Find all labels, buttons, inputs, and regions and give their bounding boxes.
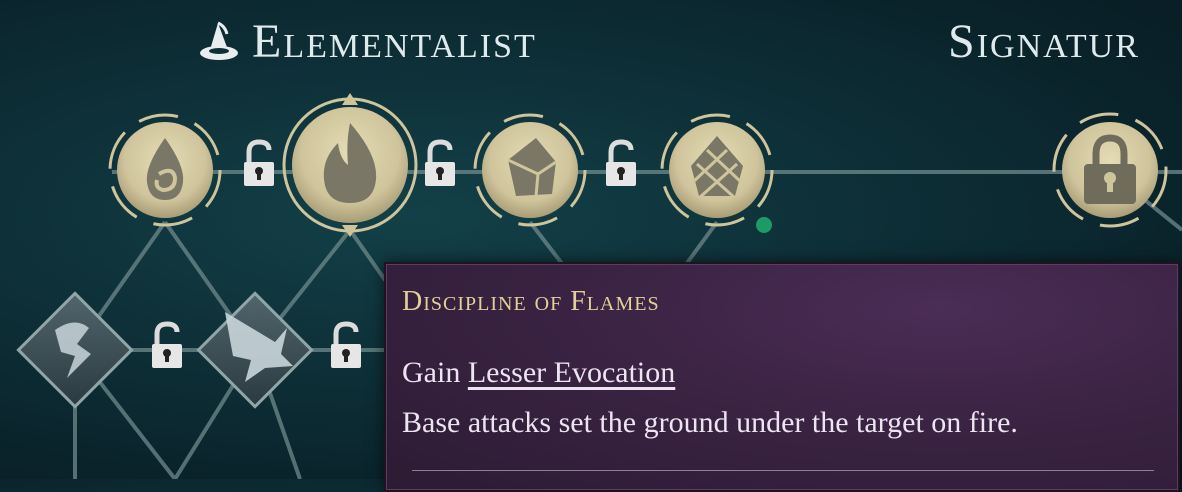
unlock-padlock-icon[interactable] (244, 139, 274, 186)
skill-node-wolf-spirit[interactable] (196, 291, 314, 409)
tooltip-description: Base attacks set the ground under the ta… (402, 406, 1018, 439)
signature-locked-node[interactable] (1052, 112, 1168, 228)
skill-tooltip: Discipline of Flames Gain Lesser Evocati… (384, 262, 1180, 492)
lesser-evocation-link[interactable]: Lesser Evocation (468, 356, 675, 389)
tooltip-divider (412, 470, 1154, 471)
unlock-padlock-icon[interactable] (152, 321, 182, 368)
skill-node-flame[interactable] (282, 93, 418, 237)
unlock-padlock-icon[interactable] (606, 139, 636, 186)
tooltip-title: Discipline of Flames (402, 286, 660, 317)
skill-node-water[interactable] (108, 113, 222, 227)
tooltip-gain-line: Gain Lesser Evocation (402, 356, 675, 390)
skill-node-crystal[interactable] (660, 113, 774, 227)
active-indicator-dot (756, 217, 772, 233)
unlock-padlock-icon[interactable] (331, 321, 361, 368)
skill-node-shard[interactable] (473, 113, 587, 227)
tooltip-gain-prefix: Gain (402, 356, 461, 389)
unlock-padlock-icon[interactable] (425, 139, 455, 186)
skill-node-lightning-spirit[interactable] (16, 291, 134, 409)
